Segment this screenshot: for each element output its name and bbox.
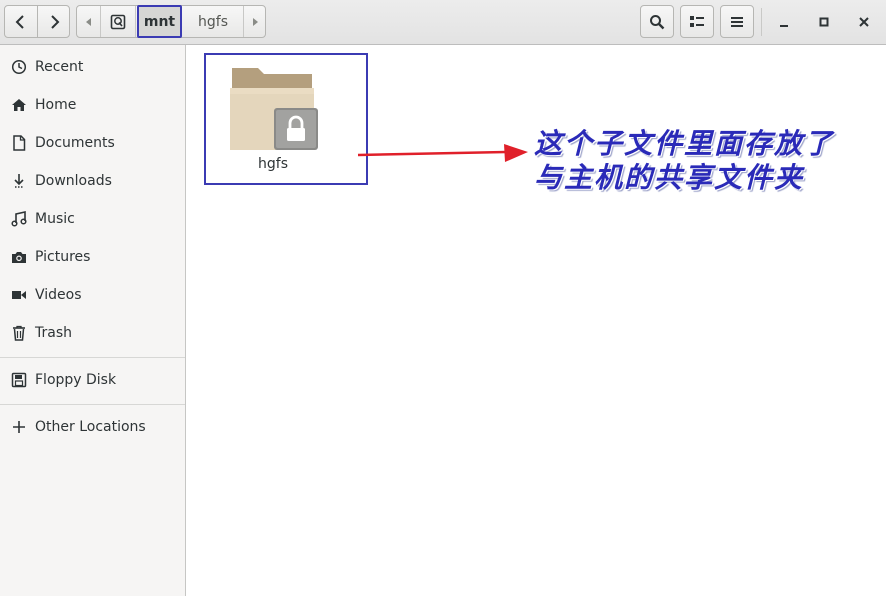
sidebar-item-videos[interactable]: Videos: [0, 276, 185, 314]
path-segment-mnt[interactable]: mnt: [137, 5, 182, 38]
sidebar-item-floppy-disk[interactable]: Floppy Disk: [0, 361, 185, 399]
back-button[interactable]: [5, 6, 37, 37]
sidebar-item-downloads[interactable]: Downloads: [0, 162, 185, 200]
sidebar-separator: [0, 357, 185, 358]
header-separator: [761, 8, 762, 36]
search-button[interactable]: [640, 5, 674, 38]
sidebar-separator: [0, 404, 185, 405]
minimize-icon: [780, 25, 788, 27]
sidebar-item-label: Videos: [35, 287, 82, 303]
clock-icon: [11, 59, 27, 75]
trash-icon: [13, 325, 25, 341]
sidebar-item-label: Floppy Disk: [35, 372, 117, 388]
annotation-line-2: 与主机的共享文件夹: [534, 161, 805, 194]
triangle-right-icon: [253, 17, 258, 26]
sidebar-item-label: Music: [35, 211, 75, 227]
locked-folder-icon: [230, 68, 318, 150]
sidebar-item-label: Downloads: [35, 173, 112, 189]
maximize-icon: [819, 17, 829, 27]
view-options-button[interactable]: [680, 5, 714, 38]
drive-icon: [110, 14, 126, 29]
sidebar-item-home[interactable]: Home: [0, 86, 185, 124]
search-icon: [650, 14, 665, 29]
download-icon: [14, 174, 24, 188]
annotation-line-1: 这个子文件里面存放了: [534, 127, 835, 160]
forward-button[interactable]: [37, 6, 69, 37]
history-buttons: [4, 5, 70, 38]
path-segment-hgfs[interactable]: hgfs: [183, 6, 243, 37]
hamburger-icon: [731, 16, 743, 27]
document-icon: [13, 135, 26, 151]
sidebar-item-pictures[interactable]: Pictures: [0, 238, 185, 276]
plus-icon: [13, 421, 25, 433]
camera-icon: [12, 252, 26, 263]
close-button[interactable]: [852, 10, 876, 34]
menu-button[interactable]: [720, 5, 754, 38]
sidebar-item-other-locations[interactable]: Other Locations: [0, 408, 185, 446]
sidebar-item-label: Recent: [35, 59, 84, 75]
sidebar-item-label: Pictures: [35, 249, 91, 265]
path-scroll-right-button[interactable]: [243, 6, 266, 37]
sidebar-item-label: Documents: [35, 135, 115, 151]
annotation-text: 这个子文件里面存放了 与主机的共享文件夹: [534, 127, 834, 195]
sidebar-item-trash[interactable]: Trash: [0, 314, 185, 352]
sidebar-item-label: Home: [35, 97, 77, 113]
list-view-icon: [690, 15, 704, 27]
floppy-icon: [11, 372, 27, 388]
sidebar-item-documents[interactable]: Documents: [0, 124, 185, 162]
path-segment-drive[interactable]: [101, 6, 136, 37]
sidebar-item-music[interactable]: Music: [0, 200, 185, 238]
maximize-button[interactable]: [812, 10, 836, 34]
chevron-right-icon: [50, 14, 59, 29]
sidebar-item-recent[interactable]: Recent: [0, 48, 185, 86]
path-bar: mnt hgfs: [76, 5, 266, 38]
sidebar-item-label: Other Locations: [35, 419, 146, 435]
music-icon: [11, 211, 27, 227]
header-bar: mnt hgfs: [0, 0, 886, 45]
sidebar: Recent Home Documents Downloads Music Pi…: [0, 45, 186, 596]
close-icon: [859, 17, 869, 27]
sidebar-item-label: Trash: [35, 325, 72, 341]
minimize-button[interactable]: [772, 10, 796, 34]
home-icon: [12, 99, 26, 111]
arrow-annotation: [357, 144, 528, 162]
video-icon: [12, 291, 26, 299]
triangle-left-icon: [85, 17, 91, 26]
chevron-left-icon: [15, 14, 24, 29]
folder-label: hgfs: [258, 156, 288, 172]
path-scroll-left-button[interactable]: [77, 6, 101, 37]
